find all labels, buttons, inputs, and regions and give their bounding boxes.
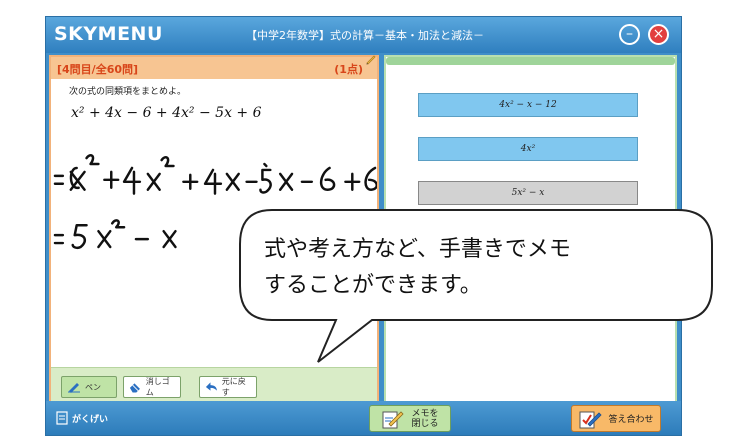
choices-panel: 4x² − x − 12 4x² 5x² − x	[384, 55, 677, 407]
publisher-logo: がくげい	[56, 411, 108, 425]
minimize-icon: –	[626, 26, 633, 42]
book-icon	[56, 411, 68, 425]
question-instruction: 次の式の同類項をまとめよ。	[69, 87, 187, 97]
close-button[interactable]: ×	[648, 24, 669, 45]
close-icon: ×	[652, 26, 665, 42]
undo-icon	[205, 382, 217, 391]
close-memo-line2: 閉じる	[411, 418, 439, 429]
memo-toolbar: ペン 消しゴム 元に戻す	[51, 367, 377, 405]
check-answer-button[interactable]: 答え合わせ	[571, 405, 661, 432]
choice-option-1[interactable]: 4x² − x − 12	[418, 93, 638, 117]
callout-text: 式や考え方など、手書きでメモ することができます。	[264, 232, 684, 304]
pen-button-label: ペン	[85, 382, 101, 392]
check-answer-label: 答え合わせ	[608, 415, 654, 425]
handwriting-line-1	[53, 154, 377, 195]
app-window: SKYMENU 【中学2年数学】式の計算－基本・加法と減法－ – × [4問目/…	[45, 16, 682, 436]
pen-button[interactable]: ペン	[61, 376, 117, 398]
eraser-button[interactable]: 消しゴム	[123, 376, 181, 398]
question-expression: x² + 4x − 6 + 4x² − 5x + 6	[71, 105, 262, 121]
eraser-icon	[129, 383, 140, 393]
callout-line-2: することができます。	[264, 273, 482, 298]
minimize-button[interactable]: –	[619, 24, 640, 45]
choice-option-2[interactable]: 4x²	[418, 137, 638, 161]
choices-panel-header	[386, 57, 675, 65]
check-pencil-icon	[579, 411, 603, 428]
question-points: (1点)	[334, 63, 363, 76]
publisher-logo-text: がくげい	[72, 414, 109, 425]
pen-icon	[68, 383, 80, 393]
question-header: [4問目/全60問] (1点)	[51, 55, 377, 79]
close-memo-line1: メモを	[411, 408, 439, 419]
memo-pencil-icon	[382, 410, 405, 428]
question-panel: [4問目/全60問] (1点) 次の式の同類項をまとめよ。 x² + 4x − …	[49, 55, 379, 407]
close-memo-button[interactable]: メモを 閉じる	[369, 405, 451, 432]
eraser-button-label: 消しゴム	[145, 377, 170, 397]
question-number: [4問目/全60問]	[57, 63, 139, 76]
undo-button-label: 元に戻す	[221, 377, 246, 397]
callout-line-1: 式や考え方など、手書きでメモ	[264, 237, 571, 262]
title-bar: SKYMENU 【中学2年数学】式の計算－基本・加法と減法－ – ×	[46, 17, 681, 53]
bottom-bar: がくげい メモを 閉じる 答え合わせ	[46, 401, 681, 435]
choice-option-3[interactable]: 5x² − x	[418, 181, 638, 205]
undo-button[interactable]: 元に戻す	[199, 376, 257, 398]
pencil-icon	[366, 55, 376, 65]
brand-logo: SKYMENU	[54, 23, 163, 45]
handwriting-line-2	[53, 219, 177, 250]
window-title: 【中学2年数学】式の計算－基本・加法と減法－	[246, 29, 484, 42]
